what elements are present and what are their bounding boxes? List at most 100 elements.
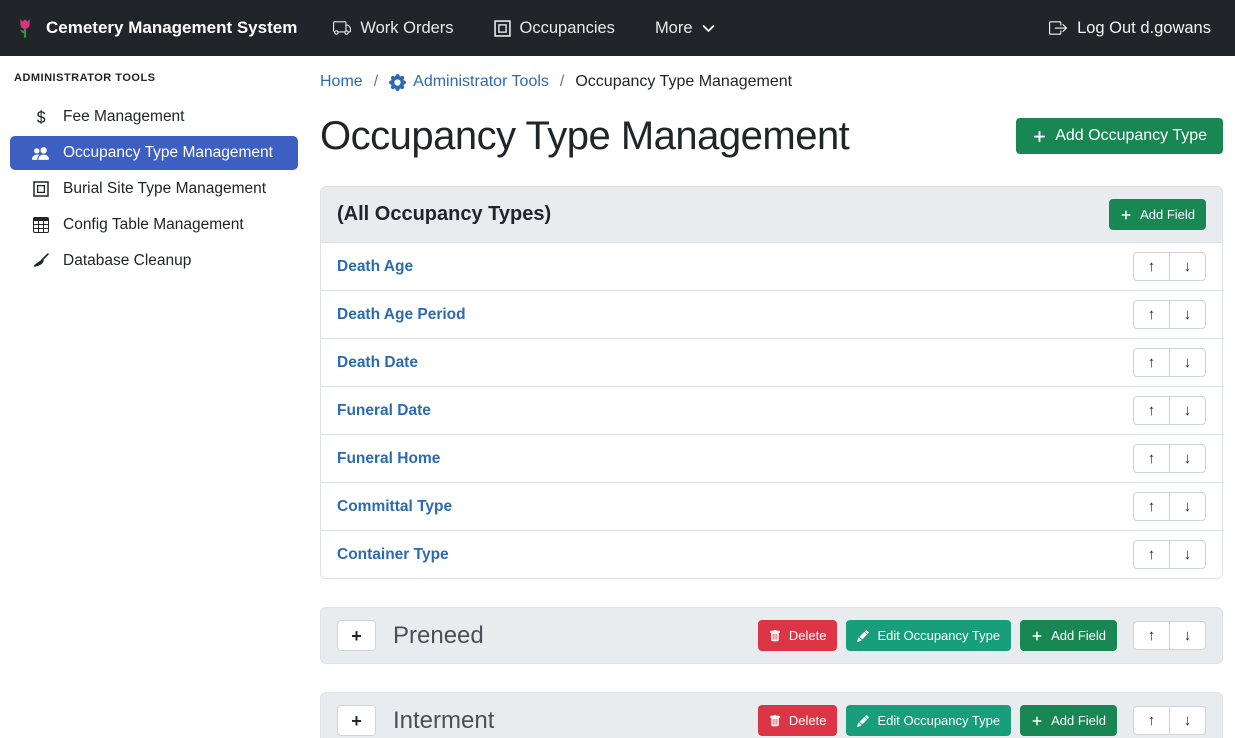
all-occupancy-types-header: (All Occupancy Types) Add Field <box>321 187 1222 242</box>
sidebar-item-label: Burial Site Type Management <box>63 180 266 198</box>
users-icon <box>31 145 50 162</box>
sidebar-item-occupancy-type-management[interactable]: Occupancy Type Management <box>10 136 298 170</box>
move-down-button[interactable]: ↓ <box>1169 540 1206 569</box>
arrow-down-icon: ↓ <box>1184 546 1192 563</box>
breadcrumb-administrator-tools-link[interactable]: Administrator Tools <box>389 70 549 94</box>
all-occupancy-types-card: (All Occupancy Types) Add Field Death Ag… <box>320 186 1223 579</box>
move-up-button[interactable]: ↑ <box>1133 252 1170 281</box>
field-row: Committal Type ↑ ↓ <box>321 482 1222 530</box>
field-link[interactable]: Death Age Period <box>337 306 466 324</box>
logout-icon <box>1049 19 1067 37</box>
field-row: Death Age ↑ ↓ <box>321 242 1222 290</box>
occupancy-type-bar-preneed: + Preneed Delete Edit Occupancy Type <box>320 607 1223 664</box>
reorder-buttons: ↑ ↓ <box>1133 621 1206 650</box>
add-field-button[interactable]: Add Field <box>1109 199 1206 230</box>
delete-button[interactable]: Delete <box>758 705 838 736</box>
occupancy-type-name: Interment <box>393 707 494 735</box>
nav-links: Work Orders Occupancies More <box>333 19 714 38</box>
move-down-button[interactable]: ↓ <box>1169 492 1206 521</box>
table-icon <box>31 217 50 233</box>
field-link[interactable]: Committal Type <box>337 498 452 516</box>
arrow-up-icon: ↑ <box>1148 258 1156 275</box>
field-row: Funeral Home ↑ ↓ <box>321 434 1222 482</box>
nav-item-label: Work Orders <box>360 19 453 38</box>
logout-label: Log Out d.gowans <box>1077 19 1211 38</box>
arrow-up-icon: ↑ <box>1148 627 1156 644</box>
occupancy-type-name: Preneed <box>393 622 484 650</box>
sidebar: Administrator Tools Fee Management Occup… <box>0 56 308 738</box>
arrow-up-icon: ↑ <box>1148 354 1156 371</box>
nav-item-label: Occupancies <box>520 19 615 38</box>
reorder-buttons: ↑ ↓ <box>1133 300 1206 329</box>
field-link[interactable]: Funeral Home <box>337 450 440 468</box>
nav-item-more[interactable]: More <box>655 19 715 38</box>
arrow-up-icon: ↑ <box>1148 306 1156 323</box>
app-brand[interactable]: Cemetery Management System <box>14 17 297 39</box>
breadcrumb-home-link[interactable]: Home <box>320 70 363 94</box>
expand-button[interactable]: + <box>337 620 376 651</box>
logout-button[interactable]: Log Out d.gowans <box>1049 19 1211 38</box>
frame-icon <box>494 20 511 37</box>
arrow-down-icon: ↓ <box>1184 354 1192 371</box>
edit-occupancy-type-button[interactable]: Edit Occupancy Type <box>846 620 1011 651</box>
reorder-buttons: ↑ ↓ <box>1133 396 1206 425</box>
move-up-button[interactable]: ↑ <box>1133 348 1170 377</box>
trash-icon <box>769 630 781 642</box>
move-down-button[interactable]: ↓ <box>1169 300 1206 329</box>
field-link[interactable]: Funeral Date <box>337 402 431 420</box>
sidebar-item-fee-management[interactable]: Fee Management <box>10 100 298 134</box>
trash-icon <box>769 715 781 727</box>
move-down-button[interactable]: ↓ <box>1169 252 1206 281</box>
nav-item-label: More <box>655 19 693 38</box>
arrow-up-icon: ↑ <box>1148 712 1156 729</box>
move-up-button[interactable]: ↑ <box>1133 444 1170 473</box>
sidebar-item-database-cleanup[interactable]: Database Cleanup <box>10 244 298 278</box>
occupancy-type-bar-interment: + Interment Delete Edit Occupancy Type <box>320 692 1223 738</box>
move-up-button[interactable]: ↑ <box>1133 621 1170 650</box>
field-link[interactable]: Death Date <box>337 354 418 372</box>
move-down-button[interactable]: ↓ <box>1169 621 1206 650</box>
move-up-button[interactable]: ↑ <box>1133 300 1170 329</box>
plus-icon: + <box>351 712 362 730</box>
move-down-button[interactable]: ↓ <box>1169 706 1206 735</box>
arrow-down-icon: ↓ <box>1184 627 1192 644</box>
add-field-button[interactable]: Add Field <box>1020 705 1117 736</box>
page-title: Occupancy Type Management <box>320 110 849 162</box>
move-down-button[interactable]: ↓ <box>1169 396 1206 425</box>
reorder-buttons: ↑ ↓ <box>1133 252 1206 281</box>
move-down-button[interactable]: ↓ <box>1169 348 1206 377</box>
move-up-button[interactable]: ↑ <box>1133 540 1170 569</box>
move-up-button[interactable]: ↑ <box>1133 706 1170 735</box>
tulip-logo-icon <box>14 17 36 39</box>
field-row: Container Type ↑ ↓ <box>321 530 1222 578</box>
field-link[interactable]: Death Age <box>337 258 413 276</box>
nav-item-work-orders[interactable]: Work Orders <box>333 19 453 38</box>
gear-icon <box>389 74 406 91</box>
broom-icon <box>31 253 50 270</box>
sidebar-item-burial-site-type-management[interactable]: Burial Site Type Management <box>10 172 298 206</box>
chevron-down-icon <box>702 22 715 35</box>
reorder-buttons: ↑ ↓ <box>1133 706 1206 735</box>
add-occupancy-type-button[interactable]: Add Occupancy Type <box>1016 118 1223 154</box>
sidebar-item-config-table-management[interactable]: Config Table Management <box>10 208 298 242</box>
dollar-icon <box>31 109 50 125</box>
move-up-button[interactable]: ↑ <box>1133 492 1170 521</box>
delete-button[interactable]: Delete <box>758 620 838 651</box>
move-up-button[interactable]: ↑ <box>1133 396 1170 425</box>
reorder-buttons: ↑ ↓ <box>1133 348 1206 377</box>
arrow-up-icon: ↑ <box>1148 402 1156 419</box>
breadcrumb-separator: / <box>374 70 378 94</box>
nav-item-occupancies[interactable]: Occupancies <box>494 19 615 38</box>
arrow-down-icon: ↓ <box>1184 712 1192 729</box>
move-down-button[interactable]: ↓ <box>1169 444 1206 473</box>
add-field-button[interactable]: Add Field <box>1020 620 1117 651</box>
expand-button[interactable]: + <box>337 705 376 736</box>
main-content: Home / Administrator Tools / Occupancy T… <box>308 56 1235 738</box>
breadcrumb: Home / Administrator Tools / Occupancy T… <box>320 70 1223 94</box>
field-link[interactable]: Container Type <box>337 546 449 564</box>
edit-occupancy-type-button[interactable]: Edit Occupancy Type <box>846 705 1011 736</box>
pencil-icon <box>857 630 869 642</box>
sidebar-item-label: Config Table Management <box>63 216 244 234</box>
breadcrumb-current: Occupancy Type Management <box>575 70 792 94</box>
field-row: Death Date ↑ ↓ <box>321 338 1222 386</box>
